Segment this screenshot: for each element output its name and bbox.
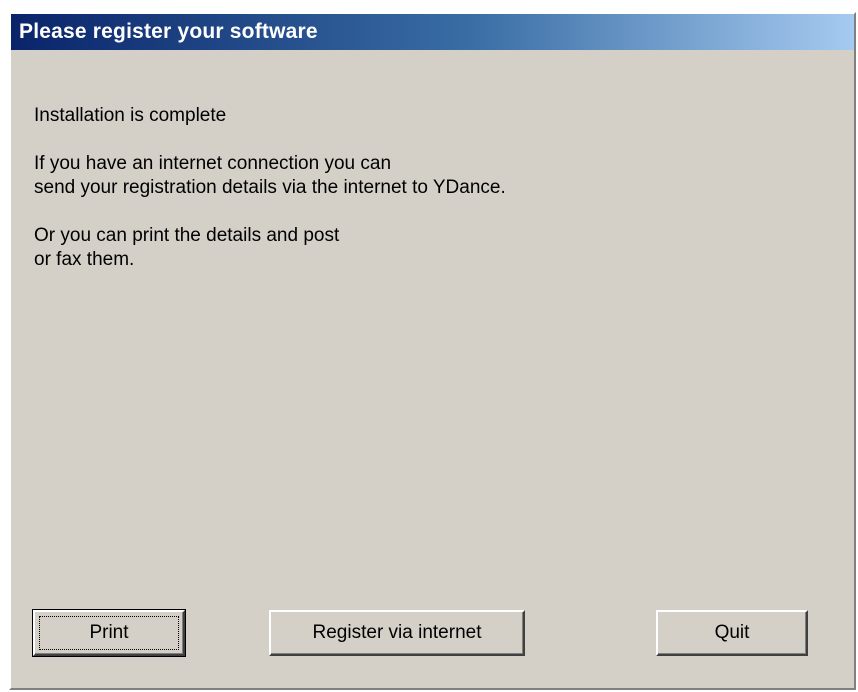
print-button[interactable]: Print — [32, 609, 186, 657]
dialog-title: Please register your software — [19, 20, 318, 43]
message-line-internet-1: If you have an internet connection you c… — [34, 153, 392, 174]
quit-button-label: Quit — [714, 622, 750, 643]
print-button-label: Print — [89, 622, 129, 643]
message-line-print-1: Or you can print the details and post — [34, 225, 340, 246]
register-button-label: Register via internet — [312, 622, 482, 643]
message-line-print-2: or fax them. — [34, 249, 135, 270]
message-body: Installation is complete If you have an … — [34, 104, 824, 272]
message-line-internet-2: send your registration details via the i… — [34, 177, 506, 198]
message-line-installation: Installation is complete — [34, 105, 227, 126]
title-bar[interactable]: Please register your software — [11, 14, 854, 50]
quit-button[interactable]: Quit — [656, 610, 808, 656]
register-via-internet-button[interactable]: Register via internet — [269, 610, 525, 656]
registration-dialog: Please register your software Installati… — [9, 12, 856, 690]
